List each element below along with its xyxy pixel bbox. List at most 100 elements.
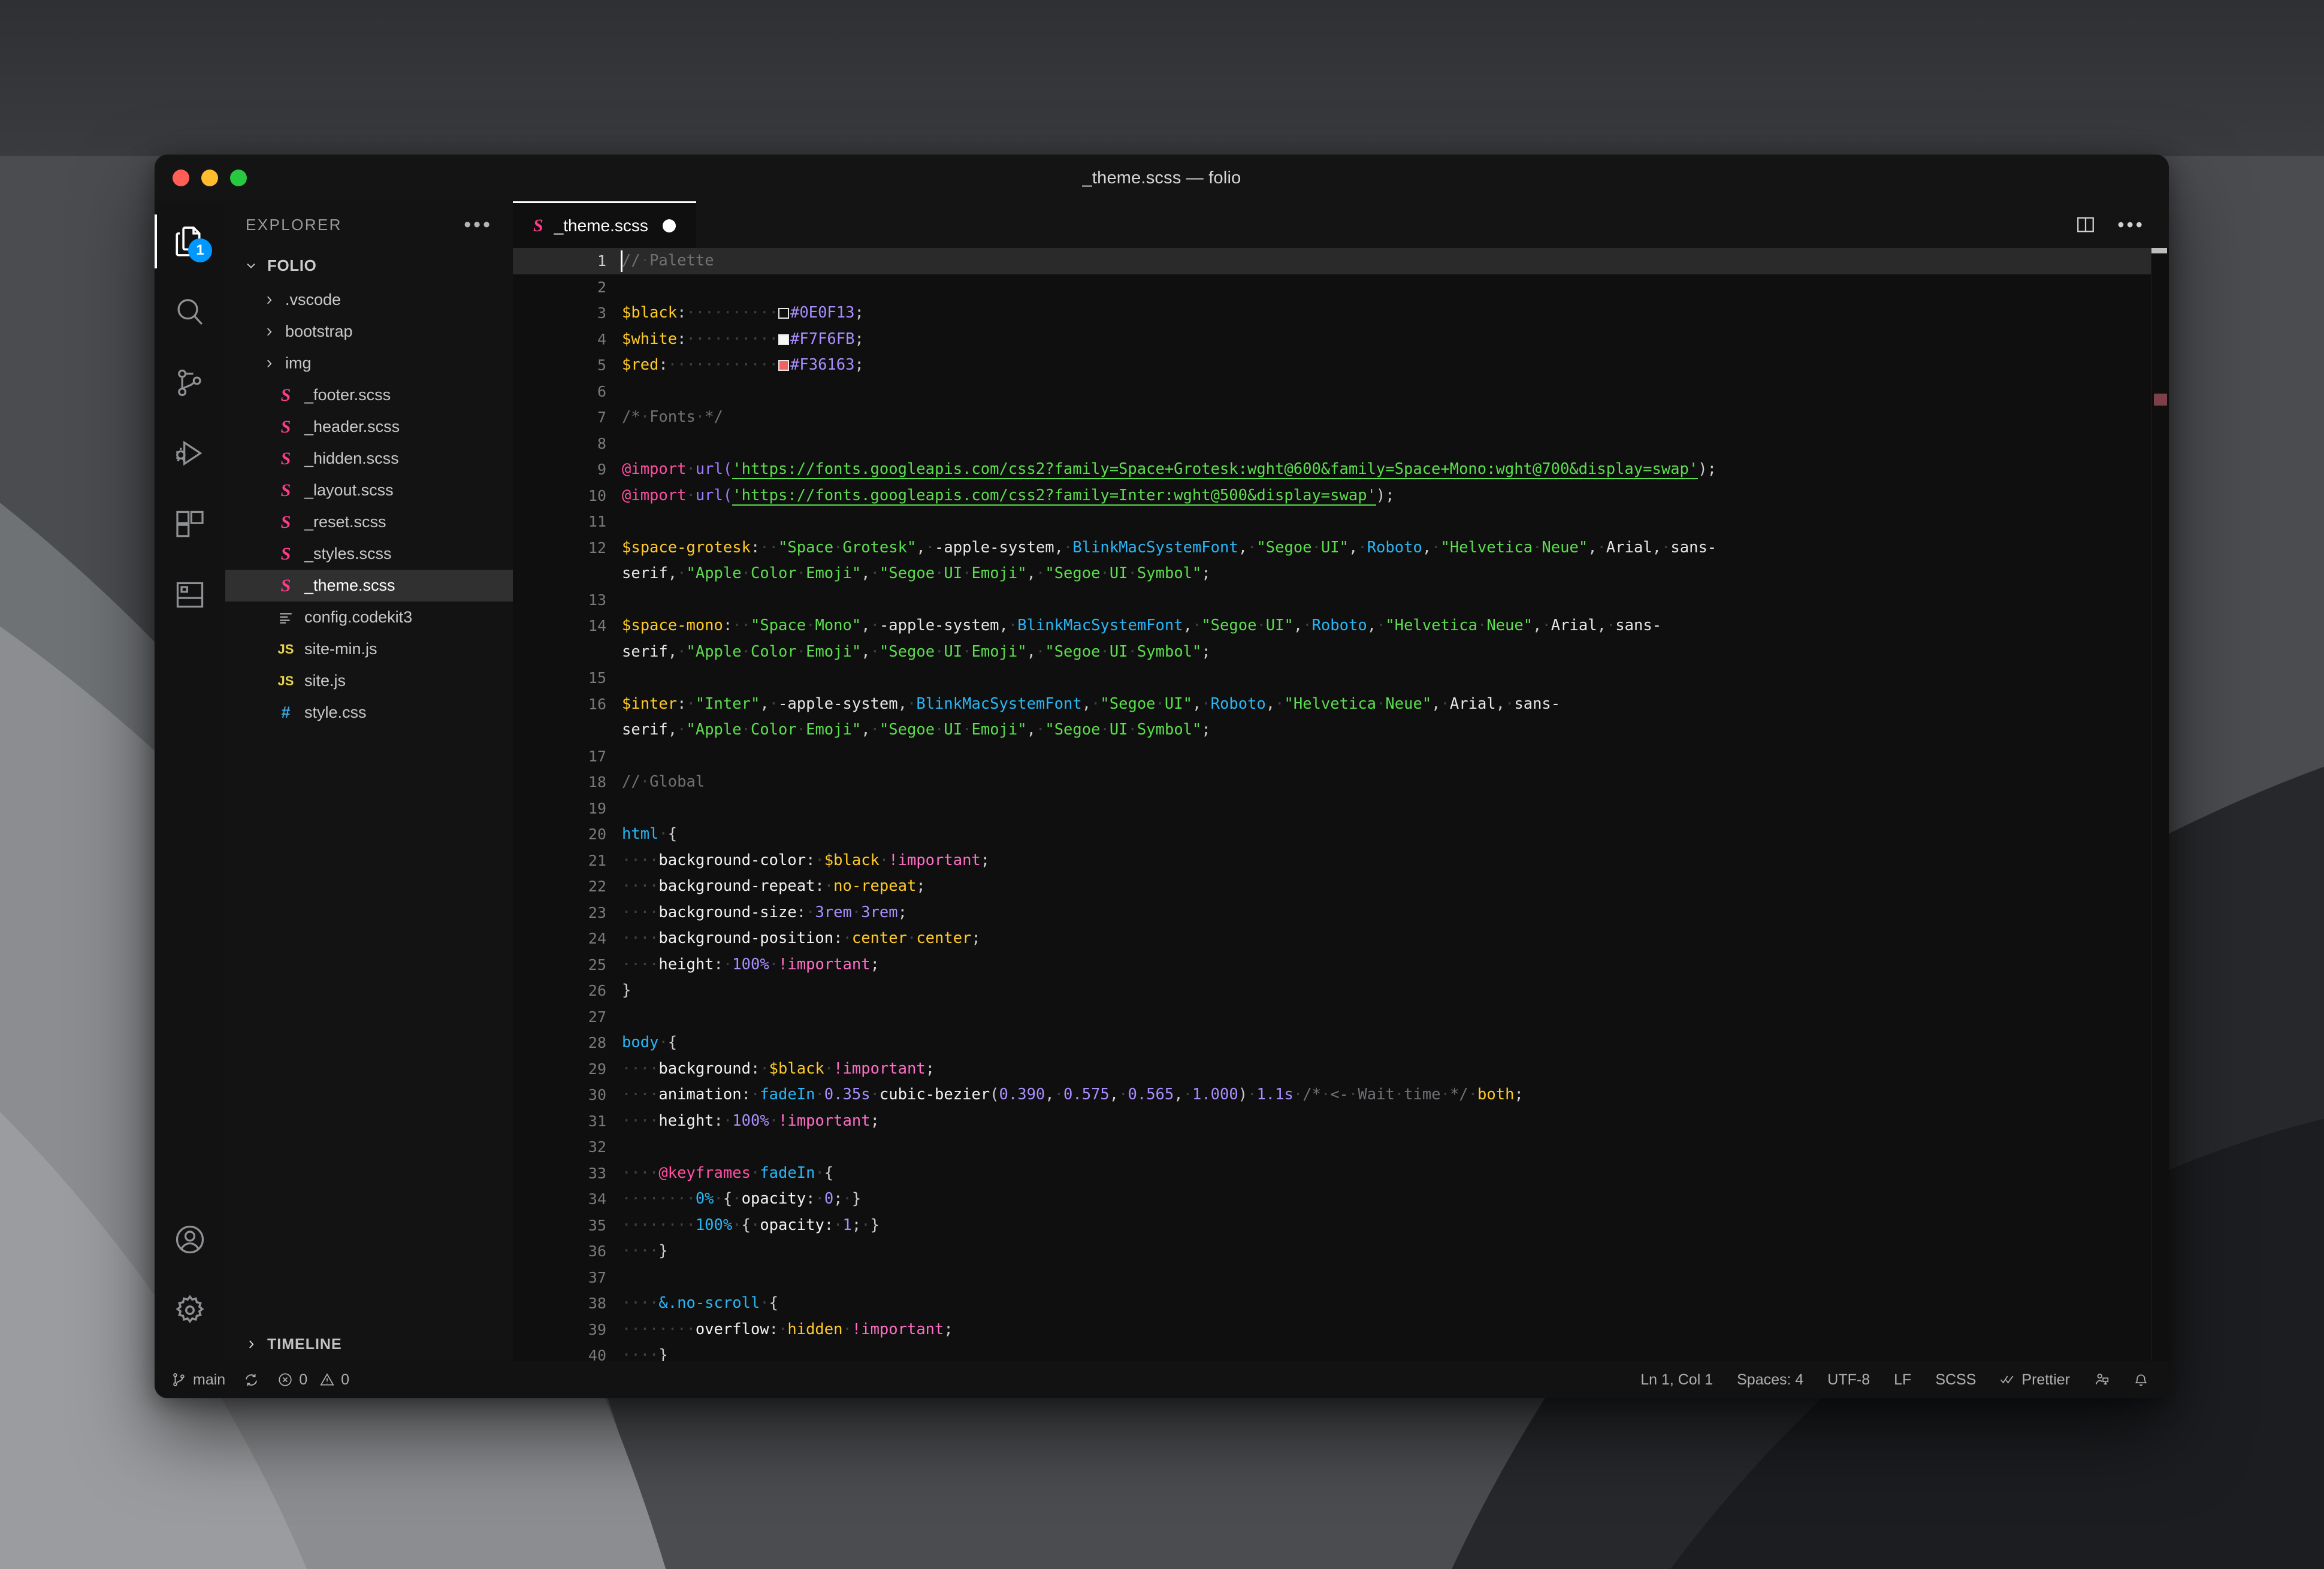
- status-branch[interactable]: main: [171, 1371, 225, 1389]
- code-line: 16 $inter:·"Inter",·-apple-system,·Blink…: [513, 691, 2151, 743]
- sidebar-item-explorer[interactable]: 1: [155, 206, 225, 277]
- code-line: 2: [513, 274, 2151, 301]
- tree-item-footer-scss[interactable]: S _footer.scss: [225, 379, 513, 411]
- line-number: 3: [597, 304, 606, 322]
- file-tree: .vscode bootstrap img S _footer.scss S _…: [225, 283, 513, 728]
- editor-scrollbar-thumb[interactable]: [2151, 248, 2167, 253]
- more-actions-icon[interactable]: •••: [2117, 215, 2145, 234]
- chevron-right-icon: [243, 1337, 259, 1352]
- tree-item-config-codekit3[interactable]: config.codekit3: [225, 601, 513, 633]
- unsaved-indicator-icon[interactable]: [662, 219, 676, 232]
- timeline-section-header[interactable]: TIMELINE: [225, 1328, 513, 1361]
- tree-item-label: site.js: [304, 672, 346, 690]
- more-actions-icon[interactable]: •••: [464, 214, 492, 235]
- sidebar-item-search[interactable]: [155, 277, 225, 347]
- status-sync[interactable]: [243, 1372, 259, 1388]
- line-number: 32: [588, 1138, 606, 1156]
- tab-label: _theme.scss: [554, 216, 648, 235]
- line-number: 28: [588, 1034, 606, 1051]
- tree-item-theme-scss[interactable]: S _theme.scss: [225, 570, 513, 601]
- line-number: 22: [588, 878, 606, 895]
- line-number: 23: [588, 903, 606, 921]
- minimize-window-button[interactable]: [201, 170, 218, 186]
- line-number: 38: [588, 1295, 606, 1312]
- line-number: 36: [588, 1242, 606, 1260]
- scss-file-icon: S: [280, 448, 291, 468]
- sync-icon: [246, 1374, 258, 1386]
- line-text: $inter:·"Inter",·-apple-system,·BlinkMac…: [622, 694, 1561, 739]
- sidebar-item-extensions[interactable]: [155, 489, 225, 560]
- sidebar-item-source-control[interactable]: [155, 347, 225, 418]
- line-number: 4: [597, 330, 606, 348]
- status-errors-count: 0: [299, 1371, 308, 1388]
- tree-item-label: _layout.scss: [304, 481, 394, 499]
- line-text: ····}: [622, 1242, 668, 1260]
- code-line: 14 $space-mono:··"Space·Mono",·-apple-sy…: [513, 613, 2151, 665]
- line-number: 33: [588, 1164, 606, 1182]
- line-number: 13: [588, 591, 606, 609]
- tree-item-vscode[interactable]: .vscode: [225, 284, 513, 316]
- js-file-icon: JS: [277, 641, 294, 657]
- status-language-mode[interactable]: SCSS: [1935, 1371, 1976, 1389]
- tree-item-site-min-js[interactable]: JS site-min.js: [225, 633, 513, 665]
- tree-item-img[interactable]: img: [225, 347, 513, 379]
- sidebar-header: EXPLORER •••: [225, 201, 513, 248]
- line-number: 29: [588, 1060, 606, 1078]
- code-line: 25 ····height:·100%·!important;: [513, 952, 2151, 978]
- code-line: 37: [513, 1265, 2151, 1291]
- tree-item-reset-scss[interactable]: S _reset.scss: [225, 506, 513, 538]
- status-notifications[interactable]: [2133, 1373, 2148, 1387]
- layout-panel-icon: [176, 582, 204, 608]
- tree-item-styles-scss[interactable]: S _styles.scss: [225, 538, 513, 570]
- tab-theme-scss[interactable]: S _theme.scss: [513, 201, 696, 248]
- folder-root-row[interactable]: FOLIO: [225, 248, 513, 283]
- manage-settings-button[interactable]: [155, 1275, 225, 1346]
- editor-actions: •••: [2075, 201, 2169, 248]
- code-editor[interactable]: 1 //·Palette 2 3 $black:·········· #0E0F1…: [513, 248, 2169, 1361]
- line-number: 25: [588, 956, 606, 974]
- sidebar-item-run-and-debug[interactable]: [155, 418, 225, 489]
- status-cursor-position[interactable]: Ln 1, Col 1: [1640, 1371, 1713, 1389]
- sidebar-item-layout[interactable]: [155, 560, 225, 630]
- tree-item-style-css[interactable]: # style.css: [225, 697, 513, 728]
- line-text: ····background-position:·center·center;: [622, 929, 981, 947]
- account-icon: [176, 1225, 204, 1254]
- config-file-icon: [272, 610, 300, 625]
- status-formatter[interactable]: Prettier: [2000, 1371, 2070, 1389]
- split-editor-icon[interactable]: [2075, 214, 2096, 235]
- line-text: $space-mono:··"Space·Mono",·-apple-syste…: [622, 616, 1662, 661]
- line-number: 8: [597, 434, 606, 452]
- close-window-button[interactable]: [173, 170, 189, 186]
- line-number: 19: [588, 799, 606, 817]
- status-encoding[interactable]: UTF-8: [1827, 1371, 1870, 1389]
- code-line: 5 $red:············ #F36163;: [513, 352, 2151, 379]
- code-line: 33 ····@keyframes·fadeIn·{: [513, 1160, 2151, 1187]
- code-line: 18 //·Global: [513, 769, 2151, 796]
- code-content[interactable]: 1 //·Palette 2 3 $black:·········· #0E0F1…: [513, 248, 2151, 1361]
- code-line: 8: [513, 431, 2151, 457]
- line-number: 7: [597, 409, 606, 426]
- line-text: ····height:·100%·!important;: [622, 1111, 880, 1130]
- code-line: 40 ····}: [513, 1343, 2151, 1361]
- accounts-button[interactable]: [155, 1204, 225, 1275]
- scss-file-icon: S: [280, 512, 291, 532]
- tree-item-hidden-scss[interactable]: S _hidden.scss: [225, 443, 513, 474]
- status-problems[interactable]: 0 0: [277, 1371, 349, 1389]
- tree-item-bootstrap[interactable]: bootstrap: [225, 316, 513, 347]
- source-control-branch-icon: [173, 1373, 185, 1386]
- code-line: 21 ····background-color:·$black·!importa…: [513, 848, 2151, 874]
- line-text: $space-grotesk:··"Space·Grotesk",·-apple…: [622, 538, 1717, 583]
- line-text: /*·Fonts·*/: [622, 408, 723, 426]
- tree-item-site-js[interactable]: JS site.js: [225, 665, 513, 697]
- code-line: 4 $white:·········· #F7F6FB;: [513, 327, 2151, 353]
- code-line: 26 }: [513, 978, 2151, 1004]
- code-line: 38 ····&.no-scroll·{: [513, 1290, 2151, 1317]
- status-remote[interactable]: [2094, 1372, 2110, 1387]
- css-file-icon: #: [281, 703, 291, 721]
- zoom-window-button[interactable]: [230, 170, 247, 186]
- tree-item-layout-scss[interactable]: S _layout.scss: [225, 474, 513, 506]
- status-indentation[interactable]: Spaces: 4: [1737, 1371, 1803, 1389]
- tree-item-header-scss[interactable]: S _header.scss: [225, 411, 513, 443]
- overview-ruler[interactable]: [2151, 248, 2169, 1361]
- status-eol[interactable]: LF: [1894, 1371, 1911, 1389]
